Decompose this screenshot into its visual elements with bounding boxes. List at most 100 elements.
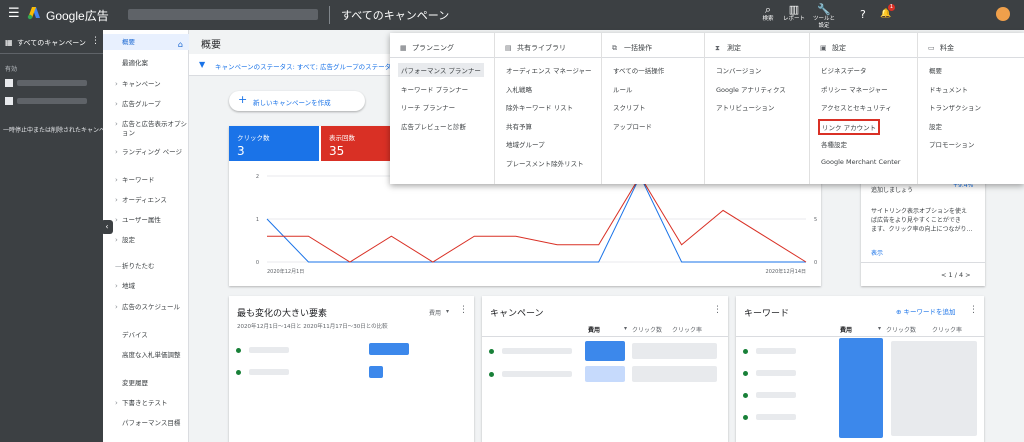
tools-menu-item[interactable]: アクセスとセキュリティ	[818, 100, 895, 114]
column-header[interactable]: 費用	[588, 325, 600, 334]
status-dot	[236, 348, 241, 353]
divider	[918, 57, 1024, 58]
nav-item-ad-groups[interactable]: 広告グループ	[103, 100, 189, 109]
nav-item-change-history[interactable]: 変更履歴	[103, 379, 189, 388]
tools-menu-item[interactable]: 地域グループ	[503, 137, 548, 151]
billing-icon: ▭	[928, 44, 935, 52]
column-header[interactable]: クリック率	[932, 325, 962, 334]
tools-menu-item[interactable]: コンバージョン	[713, 63, 764, 77]
divider	[390, 57, 495, 58]
report-button[interactable]: ▥ レポート	[781, 3, 807, 23]
tools-menu-item[interactable]: 各種設定	[818, 137, 850, 151]
google-ads-logo-icon	[27, 7, 40, 20]
more-vert-icon[interactable]: ⋮	[459, 305, 468, 315]
account-selector[interactable]	[128, 9, 318, 20]
redacted-row	[249, 369, 289, 375]
tools-menu-item[interactable]: プレースメント除外リスト	[503, 156, 587, 170]
tools-menu-item[interactable]: リンク アカウント	[818, 118, 881, 135]
nav-item-devices[interactable]: デバイス	[103, 331, 189, 340]
nav-item-demographics[interactable]: ユーザー属性	[103, 216, 189, 225]
nav-item-keywords[interactable]: キーワード	[103, 176, 189, 185]
tools-menu-item[interactable]: アップロード	[610, 119, 655, 133]
recommendation-line: ます、クリック率の向上につながり...	[871, 226, 973, 233]
nav-item-settings[interactable]: 設定	[103, 236, 189, 245]
nav-item-recommendations[interactable]: 最適化案	[103, 59, 189, 68]
nav-item-label: ランディング ページ	[122, 148, 182, 156]
paused-campaigns-note[interactable]: 一時停止中または削除されたキャンペ	[3, 125, 105, 134]
redacted-name	[17, 80, 87, 86]
nav-item-ad-schedule[interactable]: 広告のスケジュール	[103, 303, 189, 312]
tools-menu-item[interactable]: 広告プレビューと診断	[398, 119, 469, 133]
pager[interactable]: < 1 / 4 >	[941, 271, 971, 279]
nav-item-audiences[interactable]: オーディエンス	[103, 196, 189, 205]
nav-item-locations[interactable]: 地域	[103, 282, 189, 291]
nav-item-label: 広告のスケジュール	[122, 303, 181, 311]
page-title: 概要	[201, 40, 221, 51]
campaign-tree-header[interactable]: ▦ すべてのキャンペーン ⋮	[0, 30, 103, 54]
nav-item-overview[interactable]: 概要 ⌂	[103, 34, 189, 50]
nav-item-campaigns[interactable]: キャンペーン	[103, 80, 189, 89]
nav-item-bid-adjustments[interactable]: 高度な入札単価調整	[103, 351, 189, 360]
add-keyword-button[interactable]: ⊕ キーワードを追加	[896, 306, 956, 316]
add-circle-icon: ⊕	[896, 308, 904, 316]
campaign-tree-item[interactable]	[5, 78, 95, 88]
tools-menu-item[interactable]: リーチ プランナー	[398, 100, 458, 114]
column-header[interactable]: クリック率	[672, 325, 702, 334]
nav-item-performance-goals[interactable]: パフォーマンス目標	[103, 419, 189, 428]
new-campaign-button[interactable]: + 新しいキャンペーンを作成	[229, 91, 365, 111]
search-label: 検索	[762, 16, 774, 22]
more-vert-icon[interactable]: ⋮	[969, 305, 978, 315]
redacted-row	[756, 414, 796, 420]
card-title: キャンペーン	[490, 309, 544, 319]
collapse-panel-handle[interactable]: ‹	[101, 220, 113, 234]
tools-menu-item[interactable]: ビジネスデータ	[818, 63, 870, 77]
divider	[329, 6, 330, 24]
show-link[interactable]: 表示	[871, 248, 883, 257]
tools-menu-item[interactable]: 概要	[926, 63, 945, 77]
tools-menu-item[interactable]: パフォーマンス プランナー	[398, 63, 484, 77]
tools-menu-item[interactable]: 共有予算	[503, 119, 535, 133]
nav-item-drafts[interactable]: 下書きとテスト	[103, 399, 189, 408]
tools-button[interactable]: 🔧 ツールと設定	[811, 3, 837, 30]
tools-menu-item[interactable]: 入札戦略	[503, 82, 535, 96]
tools-menu-item[interactable]: アトリビューション	[713, 100, 777, 114]
nav-item-ads[interactable]: 広告と広告表示オプション	[103, 120, 189, 138]
campaign-scope-title[interactable]: すべてのキャンペーン	[341, 7, 449, 23]
tools-menu-item[interactable]: トランザクション	[926, 100, 984, 114]
search-button[interactable]: ⌕ 検索	[755, 3, 781, 23]
sort-selector[interactable]: 費用	[429, 308, 441, 317]
tools-menu-item[interactable]: 除外キーワード リスト	[503, 100, 576, 114]
help-icon[interactable]: ?	[860, 8, 866, 21]
tools-menu-item[interactable]: Google アナリティクス	[713, 82, 789, 96]
nav-item-label: 広告と広告表示オプション	[122, 120, 187, 137]
tools-icon: 🔧	[817, 3, 831, 16]
tools-menu-item[interactable]: プロモーション	[926, 137, 977, 151]
menu-icon[interactable]: ☰	[8, 7, 20, 21]
tools-menu-item[interactable]: ルール	[610, 82, 636, 96]
filter-text[interactable]: キャンペーンのステータス: すべて; 広告グループのステータ	[215, 61, 391, 71]
campaign-tree-item[interactable]	[5, 96, 95, 106]
tools-menu-item[interactable]: ドキュメント	[926, 82, 971, 96]
tools-menu-item[interactable]: オーディエンス マネージャー	[503, 63, 595, 77]
tools-menu-column: ⧉ 一括操作 すべての一括操作 ルール スクリプト アップロード	[602, 33, 705, 184]
column-header[interactable]: 費用	[840, 325, 852, 334]
nav-collapse[interactable]: — 折りたたむ	[103, 262, 189, 271]
divider	[705, 57, 810, 58]
metric-clicks[interactable]: クリック数 3	[229, 126, 319, 161]
nav-item-landing-pages[interactable]: ランディング ページ	[103, 148, 189, 157]
page-nav: 概要 ⌂ 最適化案 キャンペーン 広告グループ 広告と広告表示オプション ランディ…	[103, 30, 189, 442]
tools-menu-item[interactable]: すべての一括操作	[610, 63, 667, 77]
column-header[interactable]: クリック数	[886, 325, 916, 334]
more-vert-icon[interactable]: ⋮	[713, 305, 722, 315]
tools-menu-item[interactable]: キーワード プランナー	[398, 82, 471, 96]
avatar[interactable]	[996, 7, 1010, 21]
column-header[interactable]: クリック数	[632, 325, 662, 334]
metric-label: クリック数	[237, 134, 270, 142]
more-vert-icon[interactable]: ⋮	[91, 36, 100, 46]
divider	[861, 262, 985, 263]
tools-menu-column: ▤ 共有ライブラリ オーディエンス マネージャー 入札戦略 除外キーワード リスト 共有予…	[495, 33, 602, 184]
tools-menu-item[interactable]: Google Merchant Center	[818, 156, 903, 168]
tools-menu-item[interactable]: スクリプト	[610, 100, 649, 114]
tools-menu-item[interactable]: ポリシー マネージャー	[818, 82, 891, 96]
tools-menu-item[interactable]: 設定	[926, 119, 945, 133]
